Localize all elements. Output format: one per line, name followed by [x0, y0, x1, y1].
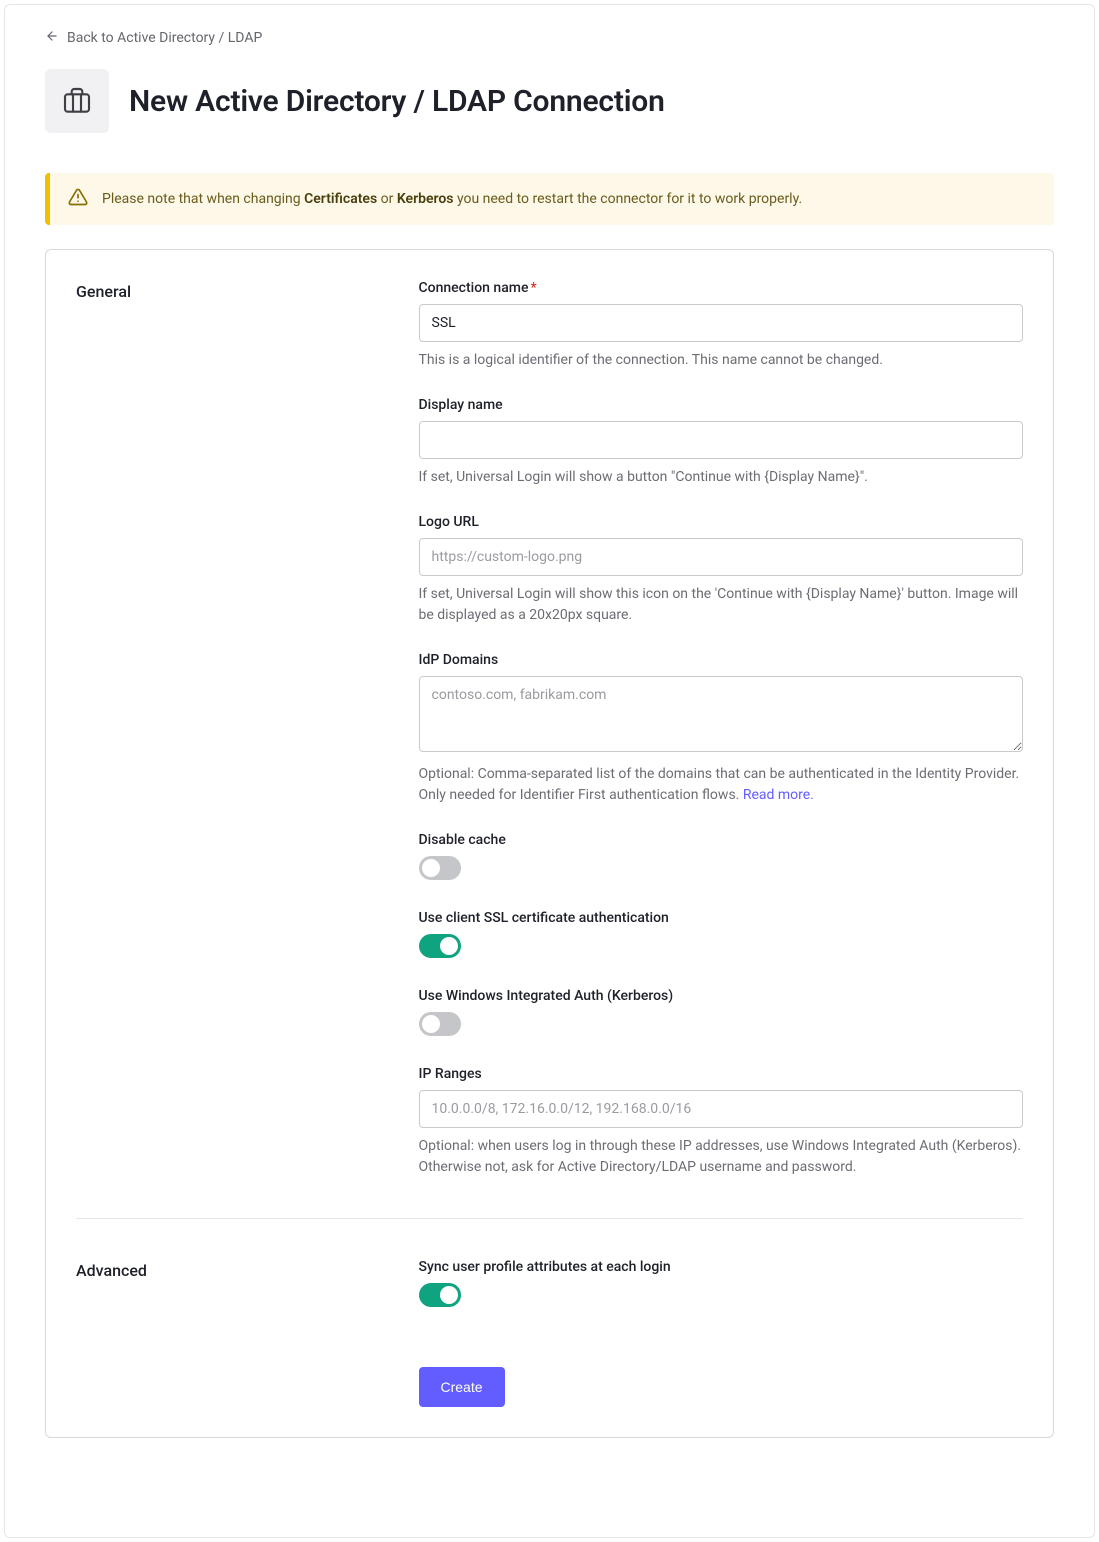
field-use-client-ssl: Use client SSL certificate authenticatio…	[419, 910, 1024, 962]
use-kerberos-toggle[interactable]	[419, 1012, 461, 1036]
use-client-ssl-label: Use client SSL certificate authenticatio…	[419, 910, 1024, 926]
disable-cache-label: Disable cache	[419, 832, 1024, 848]
display-name-label: Display name	[419, 397, 1024, 413]
ip-ranges-label: IP Ranges	[419, 1066, 1024, 1082]
toggle-knob	[422, 1015, 440, 1033]
section-general-title: General	[76, 280, 389, 1178]
form-card: General Connection name* This is a logic…	[45, 249, 1054, 1438]
idp-domains-label: IdP Domains	[419, 652, 1024, 668]
sync-profile-toggle[interactable]	[419, 1283, 461, 1307]
use-kerberos-label: Use Windows Integrated Auth (Kerberos)	[419, 988, 1024, 1004]
connection-type-icon	[45, 69, 109, 133]
page-title: New Active Directory / LDAP Connection	[129, 84, 665, 119]
arrow-left-icon	[45, 29, 59, 47]
toggle-knob	[440, 937, 458, 955]
sync-profile-label: Sync user profile attributes at each log…	[419, 1259, 1024, 1275]
required-mark: *	[530, 280, 536, 296]
section-general: General Connection name* This is a logic…	[76, 280, 1023, 1178]
ip-ranges-input[interactable]	[419, 1090, 1024, 1128]
warning-notice: Please note that when changing Certifica…	[45, 173, 1054, 225]
section-advanced: Advanced Sync user profile attributes at…	[76, 1218, 1023, 1407]
logo-url-label: Logo URL	[419, 514, 1024, 530]
logo-url-input[interactable]	[419, 538, 1024, 576]
alert-triangle-icon	[68, 187, 88, 211]
idp-domains-input[interactable]	[419, 676, 1024, 752]
create-button[interactable]: Create	[419, 1367, 505, 1407]
field-use-kerberos: Use Windows Integrated Auth (Kerberos)	[419, 988, 1024, 1040]
section-advanced-title: Advanced	[76, 1259, 389, 1407]
connection-name-label: Connection name*	[419, 280, 1024, 296]
connection-name-input[interactable]	[419, 304, 1024, 342]
display-name-input[interactable]	[419, 421, 1024, 459]
field-logo-url: Logo URL If set, Universal Login will sh…	[419, 514, 1024, 626]
logo-url-hint: If set, Universal Login will show this i…	[419, 584, 1024, 626]
field-display-name: Display name If set, Universal Login wil…	[419, 397, 1024, 488]
field-sync-profile: Sync user profile attributes at each log…	[419, 1259, 1024, 1311]
disable-cache-toggle[interactable]	[419, 856, 461, 880]
warning-text: Please note that when changing Certifica…	[102, 191, 802, 207]
field-ip-ranges: IP Ranges Optional: when users log in th…	[419, 1066, 1024, 1178]
back-link-label: Back to Active Directory / LDAP	[67, 30, 262, 46]
read-more-link[interactable]: Read more.	[743, 787, 814, 803]
field-idp-domains: IdP Domains Optional: Comma-separated li…	[419, 652, 1024, 806]
use-client-ssl-toggle[interactable]	[419, 934, 461, 958]
title-row: New Active Directory / LDAP Connection	[45, 69, 1054, 133]
connection-name-hint: This is a logical identifier of the conn…	[419, 350, 1024, 371]
display-name-hint: If set, Universal Login will show a butt…	[419, 467, 1024, 488]
ip-ranges-hint: Optional: when users log in through thes…	[419, 1136, 1024, 1178]
toggle-knob	[422, 859, 440, 877]
idp-domains-hint: Optional: Comma-separated list of the do…	[419, 764, 1024, 806]
field-connection-name: Connection name* This is a logical ident…	[419, 280, 1024, 371]
back-link[interactable]: Back to Active Directory / LDAP	[45, 25, 262, 51]
briefcase-icon	[61, 85, 93, 117]
toggle-knob	[440, 1286, 458, 1304]
page-frame: Back to Active Directory / LDAP New Acti…	[4, 4, 1095, 1538]
field-disable-cache: Disable cache	[419, 832, 1024, 884]
